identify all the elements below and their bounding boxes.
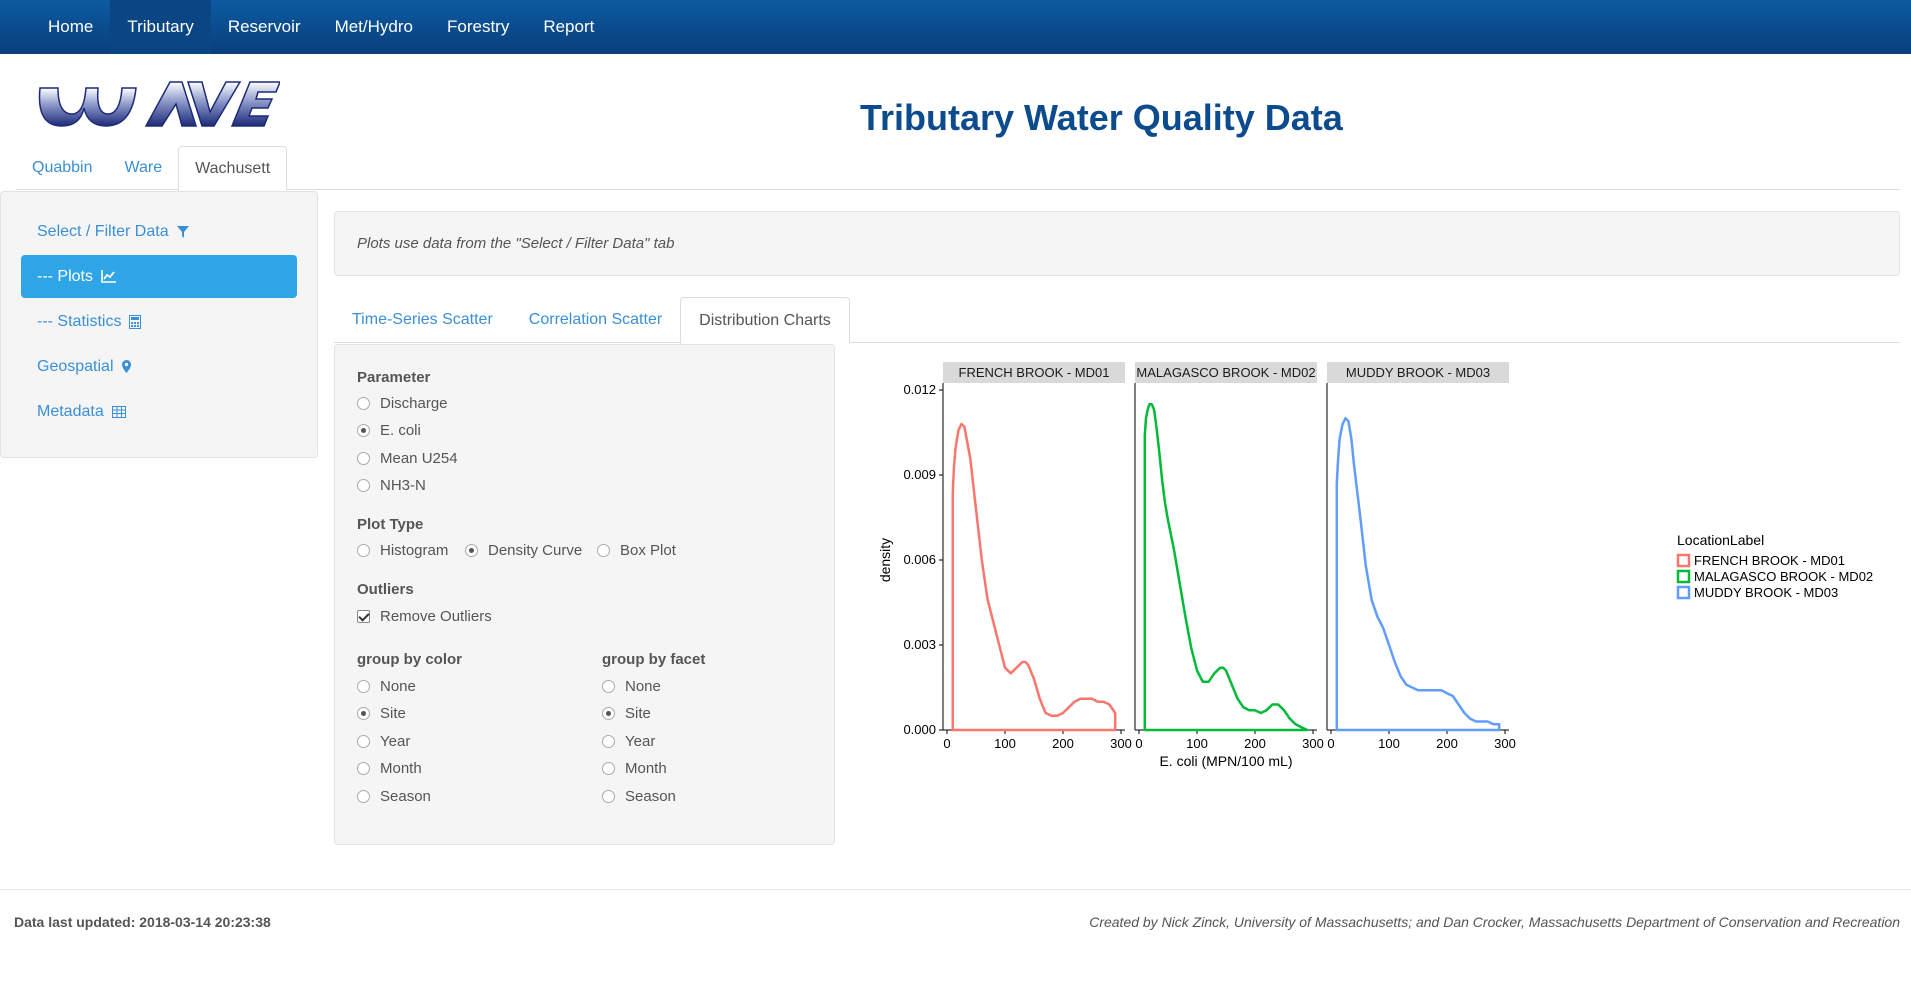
radio-plot-type-histogram[interactable]: Histogram <box>357 542 448 559</box>
x-tick-label: 300 <box>1302 736 1324 751</box>
nav-reservoir[interactable]: Reservoir <box>211 0 318 54</box>
x-tick-label: 0 <box>1135 736 1142 751</box>
group-by-color-label: group by color <box>357 651 462 668</box>
tab-wachusett[interactable]: Wachusett <box>178 146 288 191</box>
radio-facet-year[interactable]: Year <box>602 733 655 750</box>
radio-plot-type-box-plot[interactable]: Box Plot <box>597 542 676 559</box>
map-marker-icon <box>121 360 131 373</box>
x-tick-label: 100 <box>1186 736 1208 751</box>
data-updated-text: Data last updated: 2018-03-14 20:23:38 <box>14 914 271 930</box>
y-tick-label: 0.009 <box>903 467 936 482</box>
tab-correlation-scatter[interactable]: Correlation Scatter <box>511 297 680 343</box>
nav-home[interactable]: Home <box>31 0 110 54</box>
top-navbar: Home Tributary Reservoir Met/Hydro Fores… <box>0 0 1911 54</box>
density-curve-1 <box>1143 402 1309 732</box>
x-tick-label: 0 <box>1327 736 1334 751</box>
density-curve-2 <box>1335 417 1501 732</box>
sidebar-item-label: Metadata <box>37 402 104 420</box>
footer: Data last updated: 2018-03-14 20:23:38 C… <box>0 889 1911 987</box>
remove-outliers-checkbox[interactable]: Remove Outliers <box>357 608 492 625</box>
reservoir-tabs: Quabbin Ware Wachusett <box>16 146 1900 191</box>
radio-parameter-discharge[interactable]: Discharge <box>357 395 448 412</box>
facet-strip-label: FRENCH BROOK - MD01 <box>959 365 1110 380</box>
radio-color-none[interactable]: None <box>357 678 416 695</box>
x-axis-label: E. coli (MPN/100 mL) <box>1159 753 1292 769</box>
nav-met-hydro[interactable]: Met/Hydro <box>318 0 430 54</box>
page-title: Tributary Water Quality Data <box>860 97 1343 138</box>
calculator-icon <box>129 314 142 329</box>
radio-plot-type-density-curve[interactable]: Density Curve <box>465 542 582 559</box>
x-tick-label: 100 <box>1378 736 1400 751</box>
x-tick-label: 0 <box>943 736 950 751</box>
legend-key-1 <box>1676 569 1691 584</box>
nav-forestry[interactable]: Forestry <box>430 0 526 54</box>
sidebar-item-plots[interactable]: --- Plots <box>21 255 297 298</box>
density-chart-svg: 0.000 0.003 0.006 0.009 0.012 density FRENCH B… <box>877 362 1873 769</box>
table-icon <box>111 405 126 418</box>
sidebar-item-geospatial[interactable]: Geospatial <box>21 345 297 388</box>
line-chart-icon <box>101 270 116 283</box>
radio-facet-none[interactable]: None <box>602 678 661 695</box>
radio-color-site[interactable]: Site <box>357 705 406 722</box>
legend-key-2 <box>1676 585 1691 600</box>
x-tick-label: 300 <box>1494 736 1516 751</box>
radio-color-year[interactable]: Year <box>357 733 410 750</box>
plot-controls-panel: Parameter Discharge E. coli Mean U254 NH… <box>334 344 835 845</box>
sidebar-item-label: --- Plots <box>37 267 93 285</box>
legend-label-1: MALAGASCO BROOK - MD02 <box>1694 569 1873 584</box>
credits-text: Created by Nick Zinck, University of Mas… <box>1089 914 1900 930</box>
density-plot: 0.000 0.003 0.006 0.009 0.012 density FRENCH B… <box>870 350 1905 795</box>
radio-parameter-mean-u254[interactable]: Mean U254 <box>357 450 458 467</box>
legend-label-2: MUDDY BROOK - MD03 <box>1694 585 1838 600</box>
group-by-facet-label: group by facet <box>602 651 706 668</box>
tab-time-series-scatter[interactable]: Time-Series Scatter <box>334 297 511 343</box>
tab-distribution-charts[interactable]: Distribution Charts <box>680 297 850 344</box>
chart-tabs: Time-Series Scatter Correlation Scatter … <box>334 297 1900 344</box>
radio-facet-month[interactable]: Month <box>602 760 667 777</box>
radio-parameter-e-coli[interactable]: E. coli <box>357 422 421 439</box>
legend-label-0: FRENCH BROOK - MD01 <box>1694 553 1845 568</box>
parameter-label: Parameter <box>357 369 431 386</box>
density-curve-0 <box>951 422 1117 732</box>
x-tick-label: 100 <box>994 736 1016 751</box>
y-tick-label: 0.006 <box>903 552 936 567</box>
x-tick-label: 200 <box>1436 736 1458 751</box>
radio-color-season[interactable]: Season <box>357 788 431 805</box>
nav-tributary[interactable]: Tributary <box>110 0 211 54</box>
sidebar-item-select-filter[interactable]: Select / Filter Data <box>21 210 297 253</box>
radio-facet-season[interactable]: Season <box>602 788 676 805</box>
sidebar: Select / Filter Data --- Plots --- Stati… <box>0 191 318 458</box>
tab-quabbin[interactable]: Quabbin <box>16 146 109 190</box>
y-axis-label: density <box>877 538 893 582</box>
info-message: Plots use data from the "Select / Filter… <box>334 211 1900 276</box>
sidebar-item-label: --- Statistics <box>37 312 122 330</box>
x-tick-label: 200 <box>1244 736 1266 751</box>
radio-parameter-nh3-n[interactable]: NH3-N <box>357 477 426 494</box>
facet-strip-label: MALAGASCO BROOK - MD02 <box>1136 365 1315 380</box>
sidebar-item-metadata[interactable]: Metadata <box>21 390 297 433</box>
nav-report[interactable]: Report <box>526 0 611 54</box>
legend-title: LocationLabel <box>1677 532 1764 548</box>
x-tick-label: 200 <box>1052 736 1074 751</box>
sidebar-item-label: Geospatial <box>37 357 114 375</box>
sidebar-item-statistics[interactable]: --- Statistics <box>21 300 297 343</box>
radio-color-month[interactable]: Month <box>357 760 422 777</box>
wave-logo <box>38 81 280 127</box>
filter-icon <box>176 225 189 238</box>
outliers-label: Outliers <box>357 581 414 598</box>
y-tick-label: 0.003 <box>903 637 936 652</box>
facet-strip-label: MUDDY BROOK - MD03 <box>1346 365 1490 380</box>
tab-ware[interactable]: Ware <box>109 146 179 190</box>
sidebar-item-label: Select / Filter Data <box>37 222 169 240</box>
plot-type-label: Plot Type <box>357 516 424 533</box>
legend-key-0 <box>1676 553 1691 568</box>
y-tick-label: 0.012 <box>903 382 936 397</box>
y-tick-label: 0.000 <box>903 722 936 737</box>
radio-facet-site[interactable]: Site <box>602 705 651 722</box>
x-tick-label: 300 <box>1110 736 1132 751</box>
